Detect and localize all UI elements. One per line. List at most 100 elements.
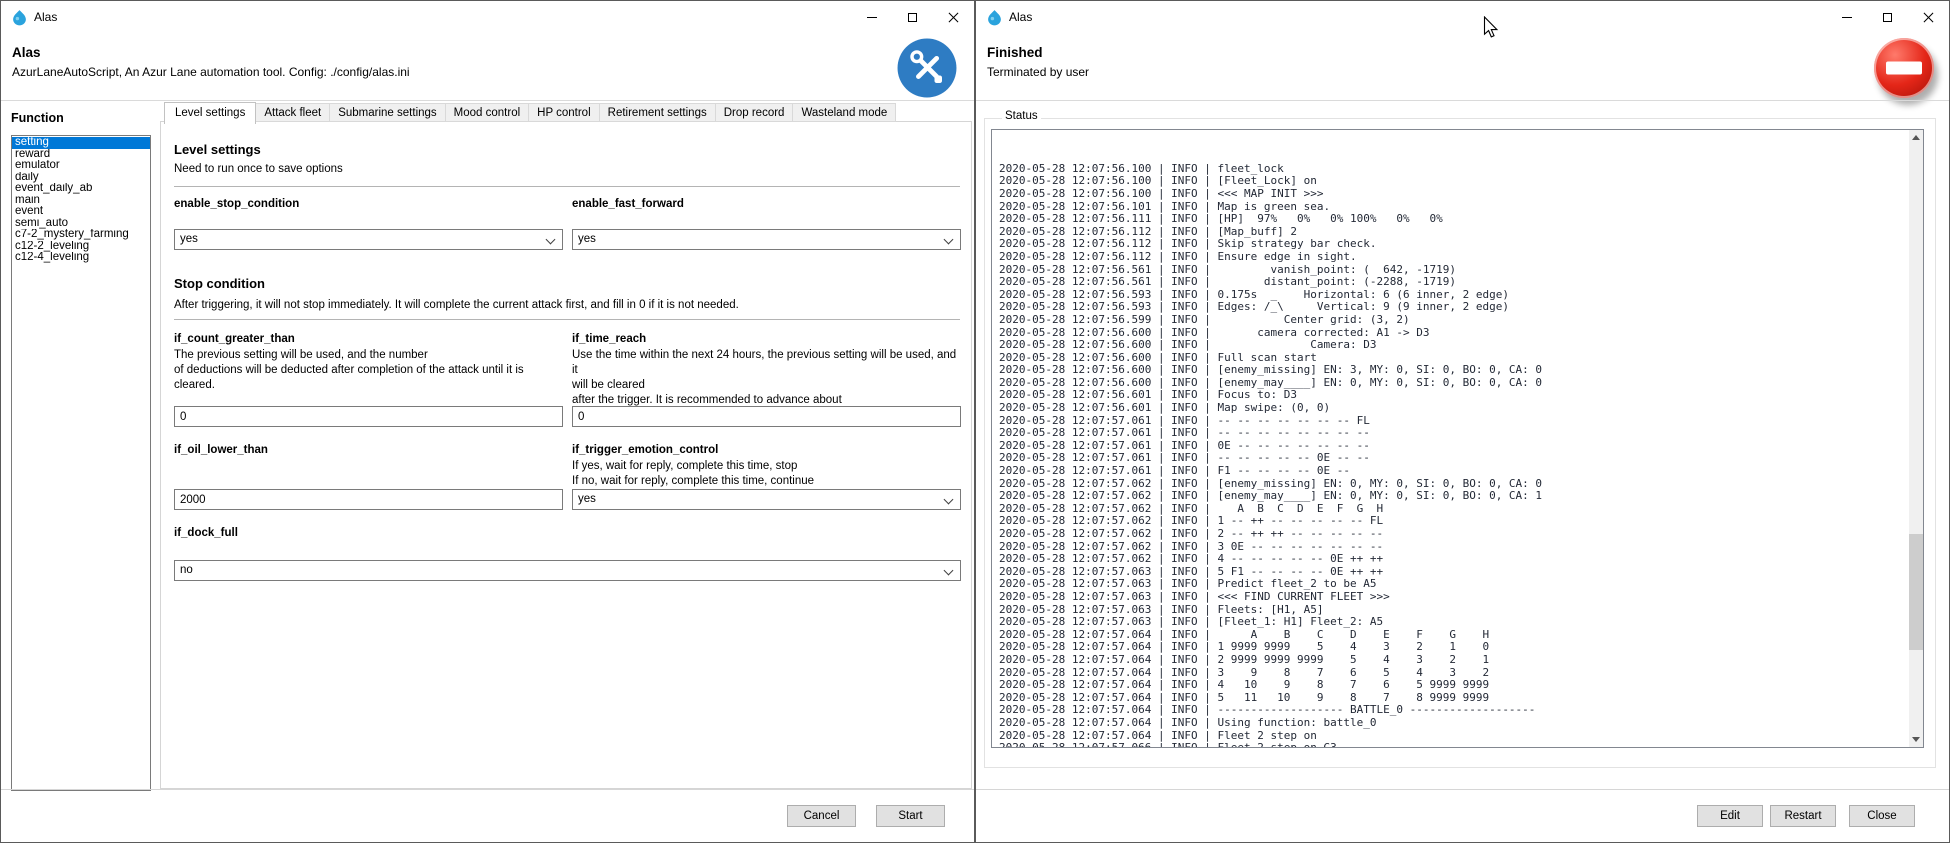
if-trigger-emotion-control-desc: If yes, wait for reply, complete this ti… <box>572 459 964 489</box>
cursor-icon <box>1483 16 1499 44</box>
footer-divider <box>976 789 1949 790</box>
function-list-item[interactable]: event_daily_ab <box>12 183 150 195</box>
settings-tab[interactable]: Attack fleet <box>256 103 330 122</box>
scrollbar-thumb[interactable] <box>1909 534 1923 650</box>
select-value: no <box>180 564 193 576</box>
close-button[interactable] <box>1908 1 1949 34</box>
alas-logo-icon <box>11 9 28 26</box>
level-settings-panel: Level settings Need to run once to save … <box>160 121 972 789</box>
divider <box>174 319 960 320</box>
stop-icon <box>1874 38 1934 98</box>
log-line: 2020-05-28 12:07:57.064 | INFO | 4 10 9 … <box>999 679 1907 692</box>
if-oil-lower-than-input[interactable] <box>174 489 563 510</box>
if-time-reach-input[interactable] <box>572 406 961 427</box>
log-line: 2020-05-28 12:07:57.061 | INFO | -- -- -… <box>999 427 1907 440</box>
select-value: yes <box>180 233 198 245</box>
select-value: yes <box>578 233 596 245</box>
function-list-item[interactable]: c12-4_leveling <box>12 252 150 264</box>
settings-tab[interactable]: HP control <box>529 103 599 122</box>
function-list-item[interactable]: c7-2_mystery_farming <box>12 229 150 241</box>
settings-tabstrip: Level settingsAttack fleetSubmarine sett… <box>164 100 896 122</box>
log-line: 2020-05-28 12:07:57.063 | INFO | [Fleet_… <box>999 616 1907 629</box>
function-list-item[interactable]: event <box>12 206 150 218</box>
field-label-if-oil-lower-than: if_oil_lower_than <box>174 444 268 456</box>
if-trigger-emotion-control-select[interactable]: yes <box>572 489 961 510</box>
log-line: 2020-05-28 12:07:56.600 | INFO | Camera:… <box>999 339 1907 352</box>
settings-tab[interactable]: Retirement settings <box>600 103 716 122</box>
log-line: 2020-05-28 12:07:57.064 | INFO | 2 9999 … <box>999 654 1907 667</box>
maximize-button[interactable] <box>1867 1 1908 34</box>
window-title: Alas <box>1009 10 1032 24</box>
field-label-if-dock-full: if_dock_full <box>174 527 238 539</box>
select-value: yes <box>578 493 596 505</box>
log-line: 2020-05-28 12:07:57.062 | INFO | 4 -- --… <box>999 553 1907 566</box>
enable-fast-forward-select[interactable]: yes <box>572 229 961 250</box>
field-label-enable-fast-forward: enable_fast_forward <box>572 198 684 210</box>
alas-logo-icon <box>986 9 1003 26</box>
close-icon <box>948 12 959 23</box>
minimize-button[interactable] <box>1826 1 1867 34</box>
settings-tab[interactable]: Drop record <box>716 103 794 122</box>
log-line: 2020-05-28 12:07:57.062 | INFO | [enemy_… <box>999 490 1907 503</box>
start-button[interactable]: Start <box>876 805 945 827</box>
function-list-item[interactable]: setting <box>12 137 150 149</box>
scroll-down-button[interactable] <box>1909 732 1923 747</box>
scroll-down-icon <box>1912 737 1920 742</box>
function-list-item[interactable]: reward <box>12 149 150 161</box>
scroll-up-button[interactable] <box>1909 130 1923 145</box>
log-line: 2020-05-28 12:07:56.599 | INFO | Center … <box>999 314 1907 327</box>
log-line: 2020-05-28 12:07:56.561 | INFO | distant… <box>999 276 1907 289</box>
log-line: 2020-05-28 12:07:56.600 | INFO | [enemy_… <box>999 364 1907 377</box>
log-line: 2020-05-28 12:07:57.064 | INFO | Using f… <box>999 717 1907 730</box>
cancel-button[interactable]: Cancel <box>787 805 856 827</box>
log-line: 2020-05-28 12:07:56.100 | INFO | <<< MAP… <box>999 188 1907 201</box>
field-label-if-count-greater-than: if_count_greater_than <box>174 333 295 345</box>
edit-button[interactable]: Edit <box>1697 805 1763 827</box>
if-count-greater-than-desc: The previous setting will be used, and t… <box>174 348 566 393</box>
settings-tab[interactable]: Submarine settings <box>330 103 445 122</box>
function-list[interactable]: settingrewardemulatordailyevent_daily_ab… <box>11 135 151 791</box>
if-count-greater-than-input[interactable] <box>174 406 563 427</box>
close-button[interactable] <box>933 1 974 34</box>
minimize-icon <box>1842 17 1852 18</box>
status-group-label: Status <box>1002 110 1041 122</box>
maximize-icon <box>908 13 917 22</box>
settings-tab[interactable]: Mood control <box>446 103 529 122</box>
field-label-if-time-reach: if_time_reach <box>572 333 646 345</box>
log-line: 2020-05-28 12:07:57.061 | INFO | F1 -- -… <box>999 465 1907 478</box>
function-list-item[interactable]: daily <box>12 172 150 184</box>
log-line: 2020-05-28 12:07:56.601 | INFO | Map swi… <box>999 402 1907 415</box>
field-label-if-trigger-emotion-control: if_trigger_emotion_control <box>572 444 718 456</box>
restart-button[interactable]: Restart <box>1770 805 1836 827</box>
chevron-down-icon <box>944 566 954 576</box>
enable-stop-condition-select[interactable]: yes <box>174 229 563 250</box>
log-line: 2020-05-28 12:07:57.063 | INFO | <<< FIN… <box>999 591 1907 604</box>
settings-tab[interactable]: Level settings <box>164 102 256 124</box>
footer-divider <box>1 789 974 790</box>
status-subtitle: Terminated by user <box>987 65 1089 79</box>
status-title: Finished <box>987 45 1043 60</box>
log-scrollbar[interactable] <box>1909 130 1923 747</box>
status-log[interactable]: 2020-05-28 12:07:56.100 | INFO | fleet_l… <box>991 129 1924 748</box>
log-line: 2020-05-28 12:07:56.112 | INFO | Ensure … <box>999 251 1907 264</box>
maximize-icon <box>1883 13 1892 22</box>
function-list-item[interactable]: main <box>12 195 150 207</box>
maximize-button[interactable] <box>892 1 933 34</box>
function-label: Function <box>11 111 64 125</box>
settings-tab[interactable]: Wasteland mode <box>793 103 896 122</box>
section-title: Level settings <box>174 142 261 157</box>
header-divider <box>976 100 1949 101</box>
if-dock-full-select[interactable]: no <box>174 560 961 581</box>
log-line: 2020-05-28 12:07:57.066 | INFO | Fleet_2… <box>999 742 1907 748</box>
titlebar[interactable]: Alas <box>976 1 1949 34</box>
minimize-button[interactable] <box>851 1 892 34</box>
close-log-button[interactable]: Close <box>1849 805 1915 827</box>
chevron-down-icon <box>944 235 954 245</box>
function-list-item[interactable]: emulator <box>12 160 150 172</box>
function-list-item[interactable]: semi_auto <box>12 218 150 230</box>
titlebar[interactable]: Alas <box>1 1 974 34</box>
stop-condition-note: After triggering, it will not stop immed… <box>174 299 739 311</box>
function-list-item[interactable]: c12-2_leveling <box>12 241 150 253</box>
chevron-down-icon <box>546 235 556 245</box>
section-note: Need to run once to save options <box>174 163 343 175</box>
